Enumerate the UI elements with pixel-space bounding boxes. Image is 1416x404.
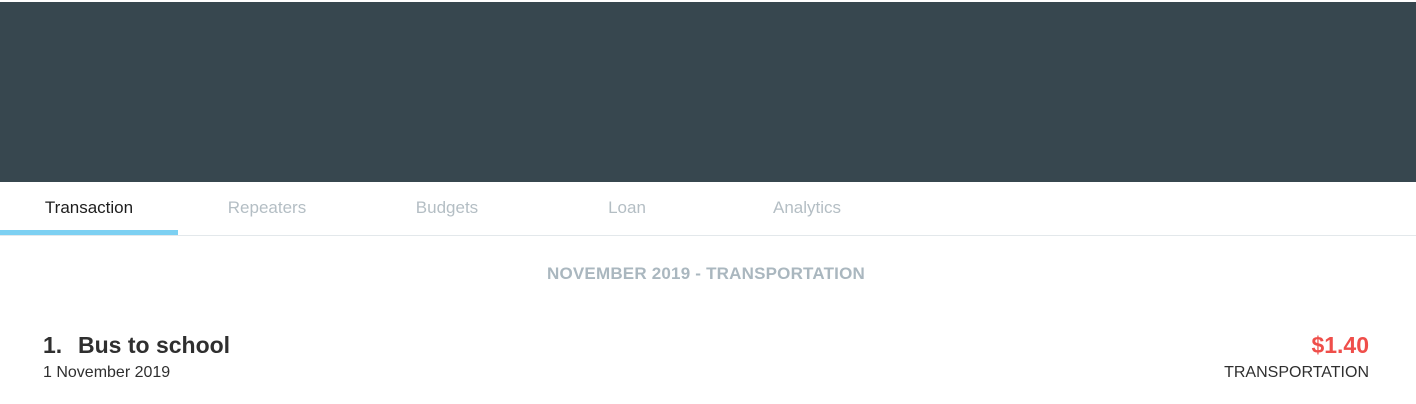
transaction-index: 1. — [43, 332, 63, 358]
transaction-category: TRANSPORTATION — [1224, 364, 1369, 381]
tab-bar: Transaction Repeaters Budgets Loan Analy… — [0, 182, 1416, 236]
tab-budgets[interactable]: Budgets — [358, 182, 536, 236]
tab-loan[interactable]: Loan — [538, 182, 716, 236]
app-header-bar — [0, 2, 1416, 182]
tab-transaction[interactable]: Transaction — [0, 182, 178, 236]
section-heading: NOVEMBER 2019 - TRANSPORTATION — [546, 264, 866, 283]
tab-analytics[interactable]: Analytics — [718, 182, 896, 236]
tab-repeaters[interactable]: Repeaters — [178, 182, 356, 236]
transaction-row[interactable]: 1. Bus to school 1 November 2019 $1.40 T… — [0, 330, 1416, 390]
transaction-title: Bus to school — [78, 332, 231, 358]
transaction-amount: $1.40 — [1311, 332, 1369, 358]
transaction-date: 1 November 2019 — [43, 364, 171, 381]
active-tab-indicator — [0, 230, 178, 235]
